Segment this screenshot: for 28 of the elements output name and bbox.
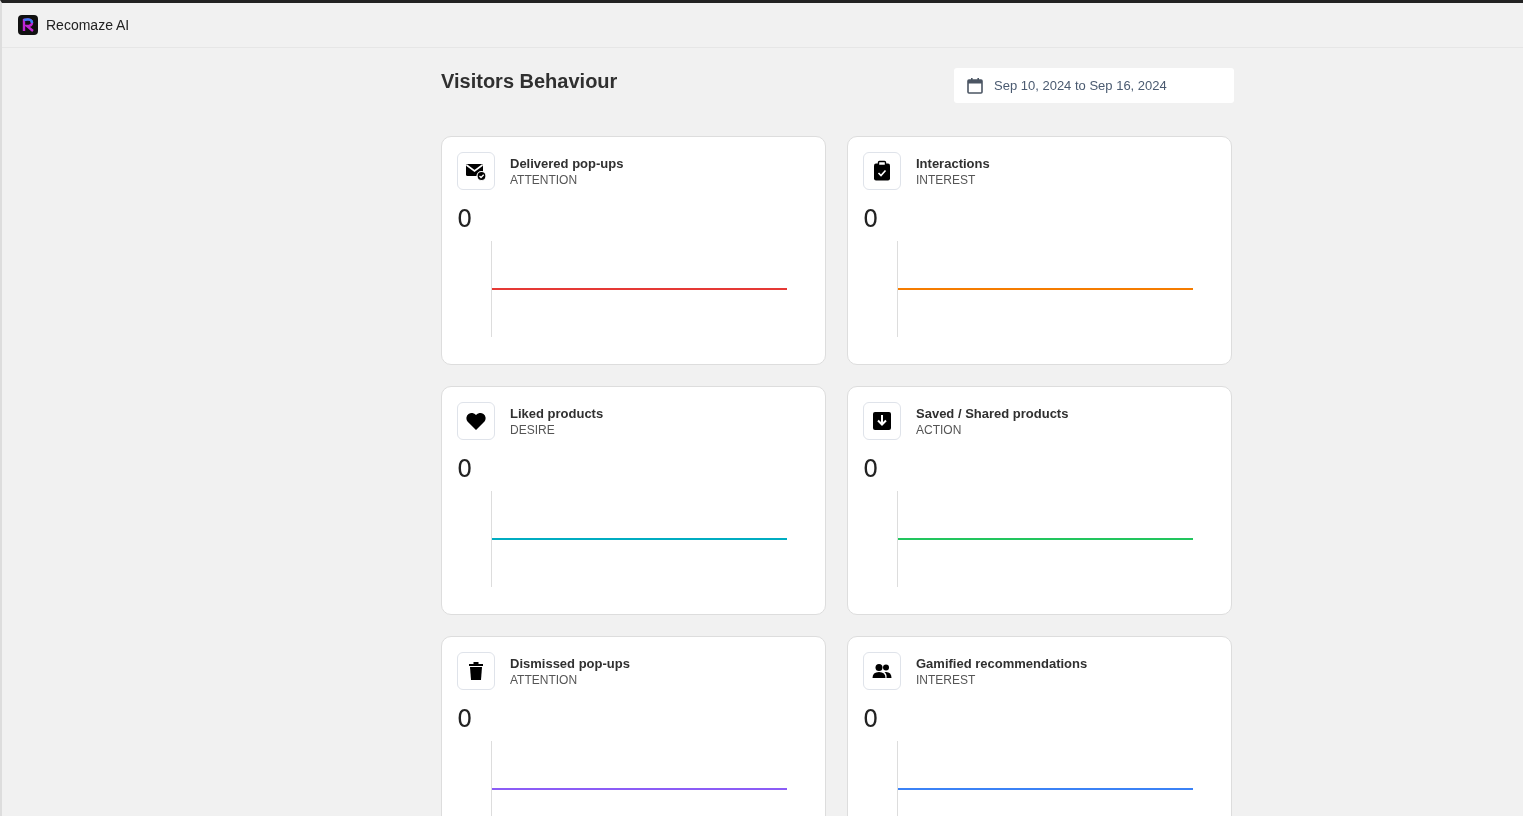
trash-icon [457,652,495,690]
envelope-check-icon [457,152,495,190]
card-title: Dismissed pop-ups [510,656,630,671]
card-subtitle: ATTENTION [510,673,579,687]
logo-icon [18,15,38,35]
metric-value: 0 [863,705,880,735]
metric-value: 0 [457,705,474,735]
date-range-picker[interactable]: Sep 10, 2024 to Sep 16, 2024 [954,68,1234,103]
card-subtitle: INTEREST [916,673,977,687]
card-subtitle: DESIRE [510,423,556,437]
metric-value: 0 [863,205,880,235]
people-icon [863,652,901,690]
download-box-icon [863,402,901,440]
clipboard-check-icon [863,152,901,190]
app-name: Recomaze AI [46,17,130,33]
metric-value: 0 [863,455,880,485]
card-subtitle: ATTENTION [510,173,579,187]
card-subtitle: ACTION [916,423,963,437]
card-title: Saved / Shared products [916,406,1069,421]
calendar-icon [966,76,984,95]
card-title: Liked products [510,406,604,421]
card-subtitle: INTEREST [916,173,977,187]
card-title: Gamified recommendations [916,656,1088,671]
card-title: Interactions [916,156,990,171]
metric-value: 0 [457,205,474,235]
card-title: Delivered pop-ups [510,156,624,171]
page-title: Visitors Behaviour [441,70,618,93]
metric-value: 0 [457,455,474,485]
